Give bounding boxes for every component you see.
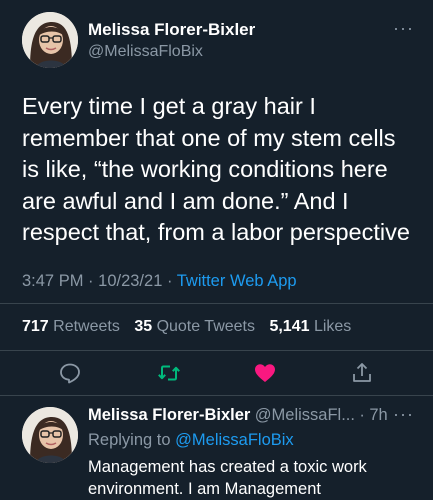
author-name[interactable]: Melissa Florer-Bixler	[88, 20, 255, 40]
reply-author-avatar[interactable]	[22, 407, 78, 463]
heart-icon	[255, 364, 275, 382]
reply-text: Management has created a toxic work envi…	[88, 458, 367, 498]
reply-more-options-icon[interactable]: ···	[393, 404, 414, 425]
tweet-source[interactable]: Twitter Web App	[177, 272, 297, 290]
quote-tweets-label: Quote Tweets	[156, 318, 255, 335]
author-handle[interactable]: @MelissaFloBix	[88, 43, 203, 61]
divider	[0, 303, 433, 304]
likes-stat[interactable]: 5,141 Likes	[269, 318, 351, 335]
share-button[interactable]	[350, 361, 374, 385]
meta-separator: ·	[88, 272, 94, 290]
reply-icon	[60, 363, 80, 384]
share-icon	[353, 363, 371, 382]
divider	[0, 395, 433, 396]
likes-label: Likes	[313, 318, 352, 335]
tweet-text: Every time I get a gray hair I remember …	[22, 93, 410, 245]
replying-to: Replying to @MelissaFloBix	[88, 431, 294, 450]
retweet-icon	[158, 365, 180, 381]
retweet-button[interactable]	[157, 361, 181, 385]
reply-button[interactable]	[58, 361, 82, 385]
tweet-stats: 717 Retweets 35 Quote Tweets 5,141 Likes	[22, 318, 351, 336]
retweets-stat[interactable]: 717 Retweets	[22, 318, 120, 335]
likes-count: 5,141	[269, 318, 310, 335]
tweet-time[interactable]: 3:47 PM	[22, 272, 83, 290]
replying-to-handle[interactable]: @MelissaFloBix	[175, 431, 294, 449]
retweets-count: 717	[22, 318, 49, 335]
more-options-icon[interactable]: ···	[393, 18, 414, 39]
reply-age[interactable]: 7h	[369, 406, 387, 424]
quote-tweets-count: 35	[134, 318, 153, 335]
reply-header: Melissa Florer-Bixler @MelissaFl... · 7h	[88, 406, 388, 425]
reply-author-handle[interactable]: @MelissaFl...	[255, 406, 355, 424]
tweet-meta: 3:47 PM · 10/23/21 · Twitter Web App	[22, 272, 297, 291]
like-button[interactable]	[253, 361, 277, 385]
reply-separator: ·	[359, 406, 365, 424]
quote-tweets-stat[interactable]: 35 Quote Tweets	[134, 318, 255, 335]
author-avatar[interactable]	[22, 12, 78, 68]
replying-to-prefix: Replying to	[88, 431, 171, 449]
reply-author-name[interactable]: Melissa Florer-Bixler	[88, 406, 250, 424]
divider	[0, 350, 433, 351]
tweet-date[interactable]: 10/23/21	[98, 272, 162, 290]
meta-separator: ·	[166, 272, 173, 290]
retweets-label: Retweets	[53, 318, 120, 335]
